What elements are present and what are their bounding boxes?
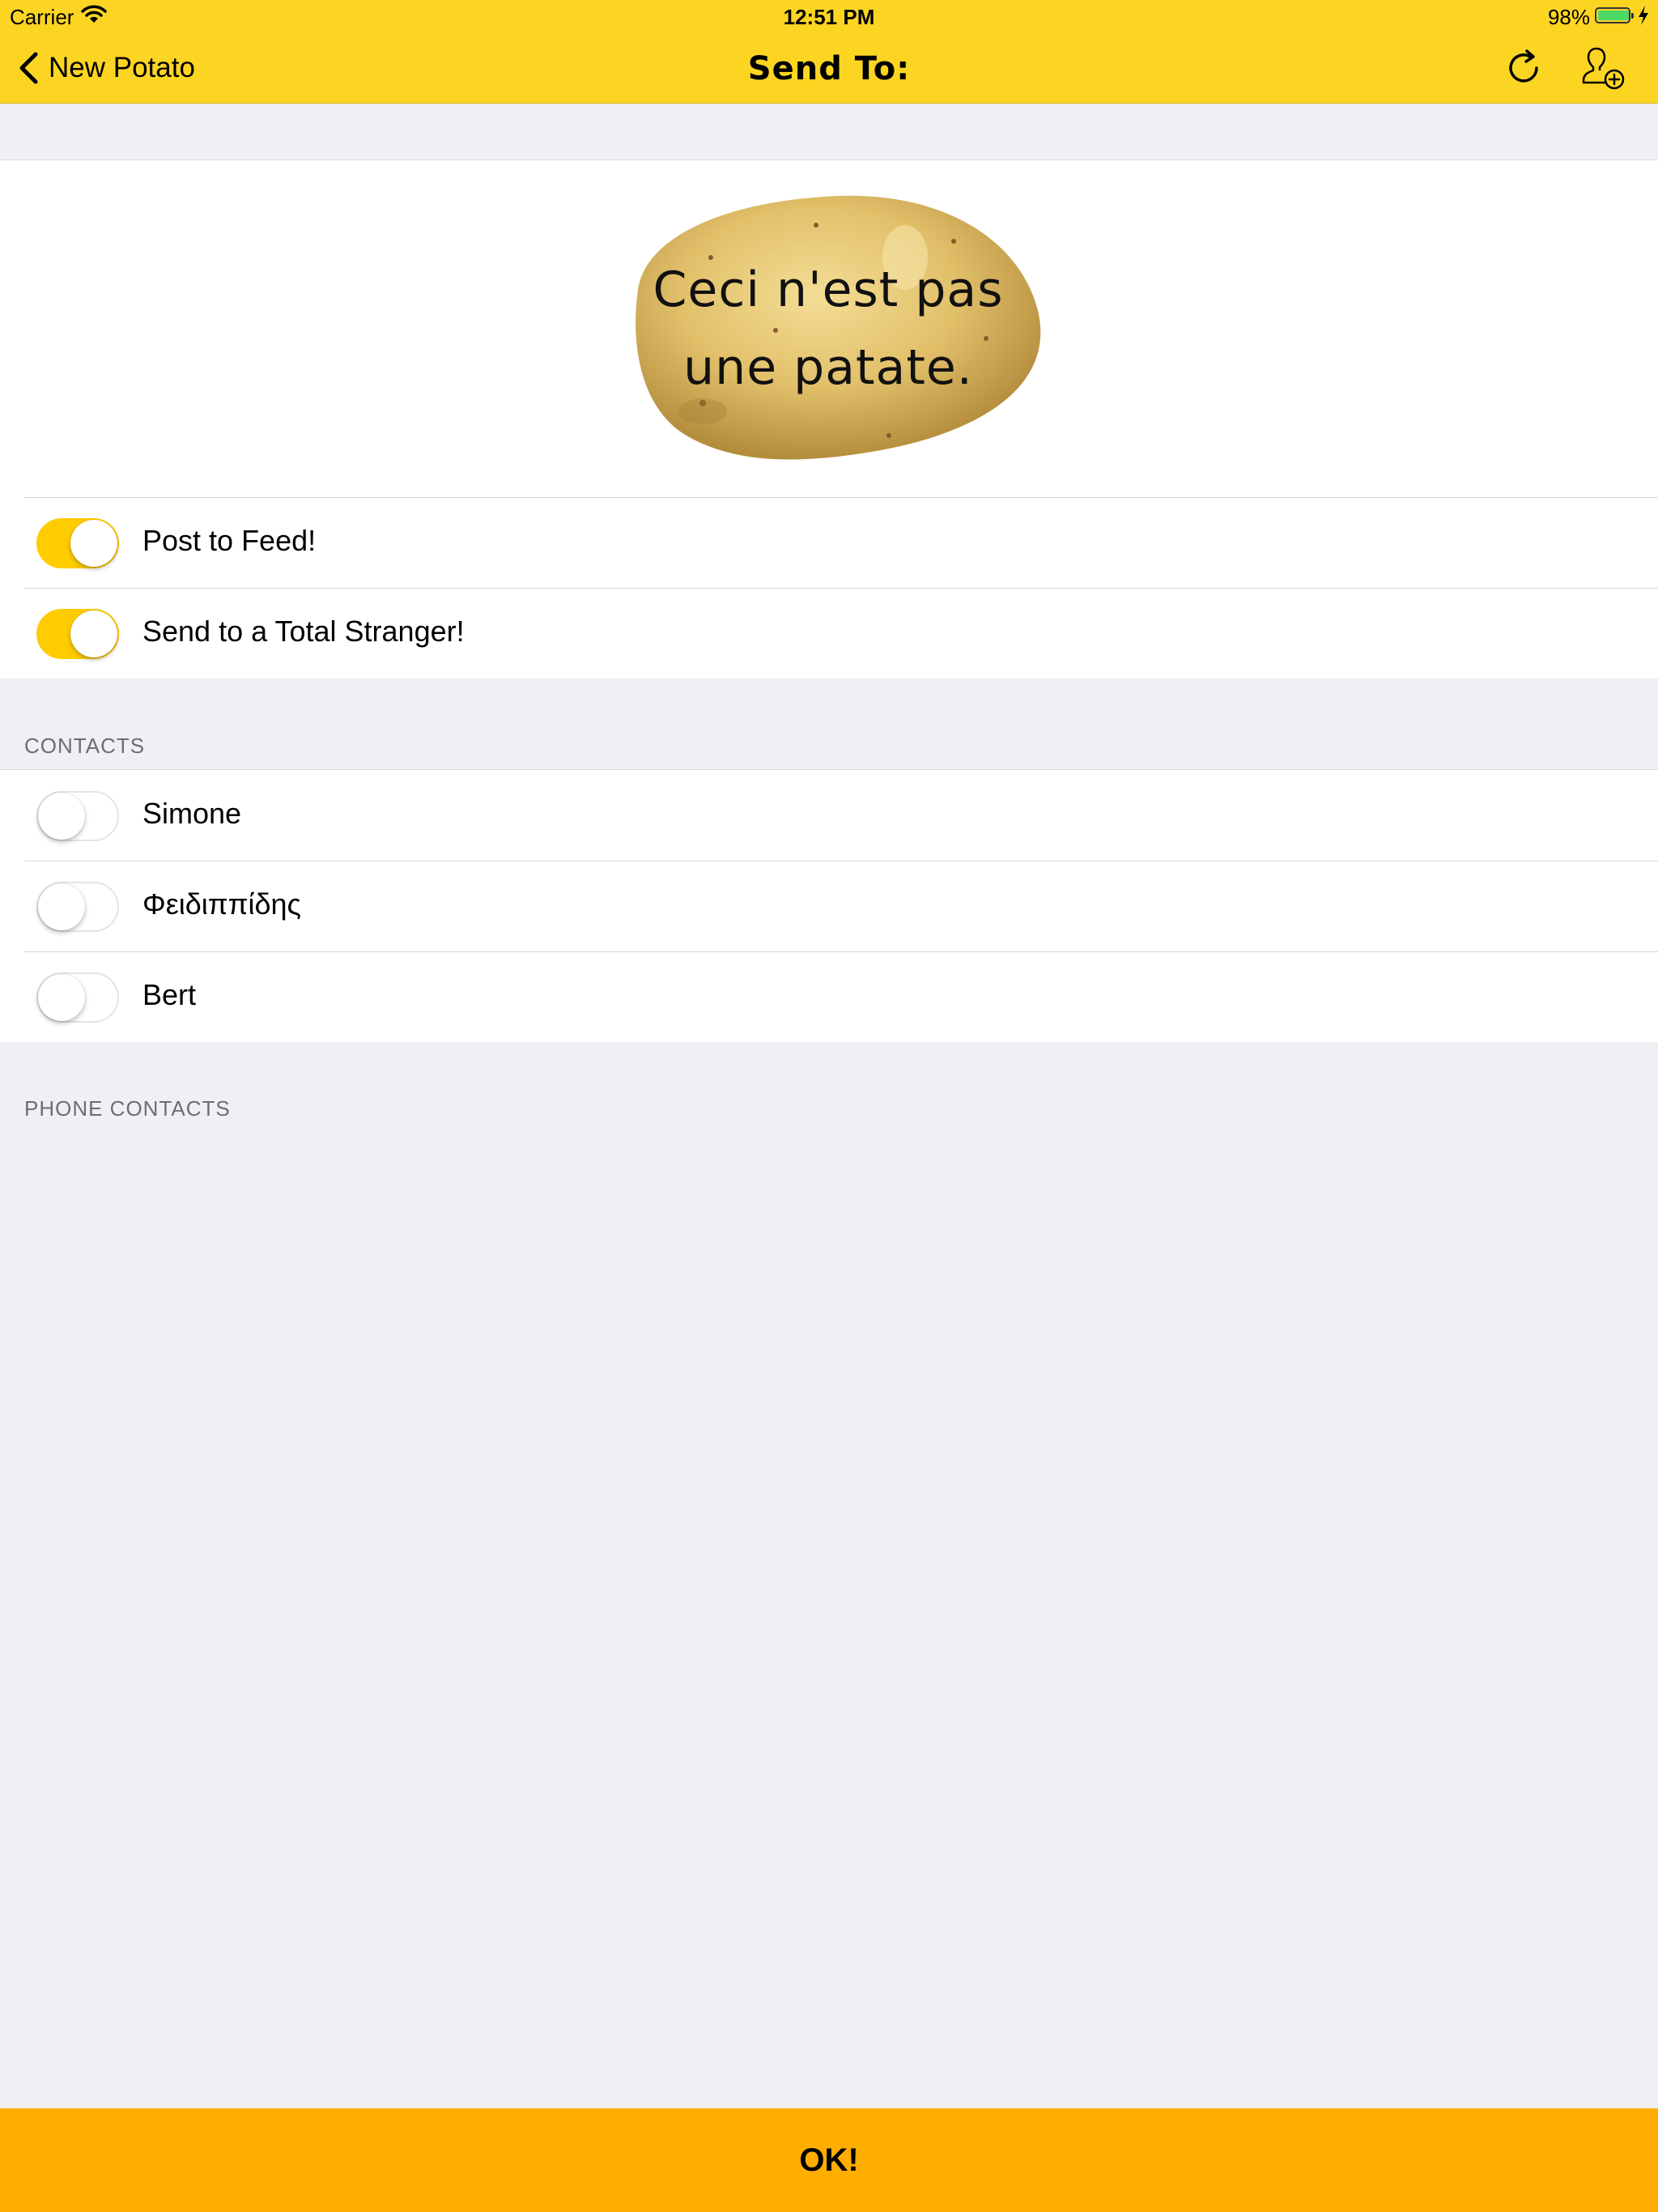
potato-message-line-1: Ceci n'est pas xyxy=(653,262,1004,318)
contact-name: Bert xyxy=(142,978,197,1011)
ok-button[interactable]: OK! xyxy=(0,2108,1658,2212)
post-to-feed-toggle[interactable] xyxy=(36,518,119,568)
potato-preview: Ceci n'est pas une patate. xyxy=(614,193,1043,464)
potato-message: Ceci n'est pas une patate. xyxy=(614,251,1043,406)
contact-row-simone: Simone xyxy=(0,770,1658,861)
potato-card: Ceci n'est pas une patate. Post to Feed!… xyxy=(0,160,1658,678)
row-separator xyxy=(24,588,1658,589)
option-row-send-to-stranger: Send to a Total Stranger! xyxy=(0,588,1658,678)
option-row-post-to-feed: Post to Feed! xyxy=(0,497,1658,588)
contact-name: Φειδιππίδης xyxy=(142,887,301,921)
page-title: Send To: xyxy=(747,50,911,87)
navigation-bar: New Potato Send To: xyxy=(0,32,1658,104)
row-separator xyxy=(24,951,1658,952)
contact-name: Simone xyxy=(142,797,242,830)
add-contact-icon xyxy=(1580,47,1629,96)
add-contact-button[interactable] xyxy=(1580,44,1629,92)
toggle-knob xyxy=(38,883,85,930)
post-to-feed-label: Post to Feed! xyxy=(142,524,317,557)
potato-message-line-2: une patate. xyxy=(683,339,973,396)
toggle-knob xyxy=(70,520,117,567)
contact-toggle-simone[interactable] xyxy=(36,791,119,841)
toggle-knob xyxy=(70,610,117,657)
ok-button-label: OK! xyxy=(799,2142,859,2178)
contact-toggle-feidippidis[interactable] xyxy=(36,882,119,932)
row-separator xyxy=(24,497,1658,498)
phone-contacts-section-header: PHONE CONTACTS xyxy=(24,1096,231,1121)
charging-bolt-icon xyxy=(1637,5,1650,26)
contact-row-feidippidis: Φειδιππίδης xyxy=(0,861,1658,951)
contacts-list: Simone Φειδιππίδης Bert xyxy=(0,769,1658,1042)
toggle-knob xyxy=(38,974,85,1021)
toggle-knob xyxy=(38,793,85,840)
battery-percent: 98% xyxy=(1547,5,1590,29)
battery-nub xyxy=(1631,13,1634,19)
send-to-stranger-toggle[interactable] xyxy=(36,609,119,659)
refresh-button[interactable] xyxy=(1499,44,1548,92)
refresh-icon xyxy=(1499,49,1548,96)
battery-fill xyxy=(1598,11,1629,20)
contact-row-bert: Bert xyxy=(0,951,1658,1042)
send-to-stranger-label: Send to a Total Stranger! xyxy=(142,615,465,648)
status-bar: Carrier 12:51 PM 98% xyxy=(0,0,1658,32)
contacts-section-header: CONTACTS xyxy=(24,734,146,758)
contact-toggle-bert[interactable] xyxy=(36,972,119,1023)
battery-icon xyxy=(1595,7,1634,23)
status-time: 12:51 PM xyxy=(783,5,875,29)
